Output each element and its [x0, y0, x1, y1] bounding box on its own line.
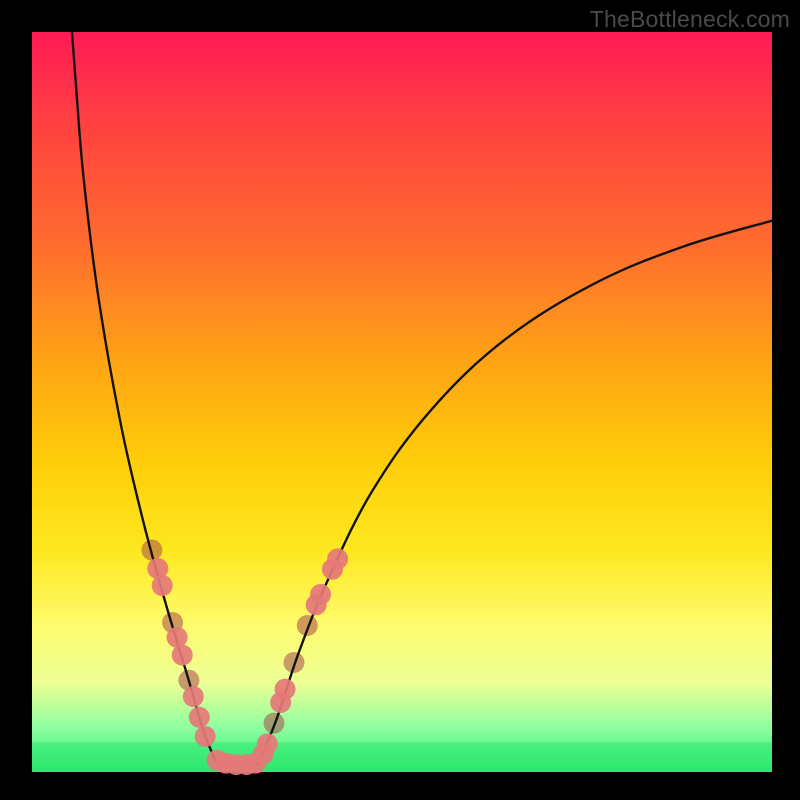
data-point	[327, 548, 348, 569]
data-point	[257, 733, 278, 754]
data-point	[172, 645, 193, 666]
watermark-text: TheBottleneck.com	[590, 6, 790, 33]
data-point	[310, 584, 331, 605]
data-point	[195, 726, 216, 747]
data-points-front	[32, 32, 772, 772]
data-point	[275, 679, 296, 700]
data-point	[152, 575, 173, 596]
chart-container: TheBottleneck.com	[0, 0, 800, 800]
data-point	[167, 627, 188, 648]
data-point	[183, 686, 204, 707]
data-point	[189, 707, 210, 728]
plot-area	[32, 32, 772, 772]
